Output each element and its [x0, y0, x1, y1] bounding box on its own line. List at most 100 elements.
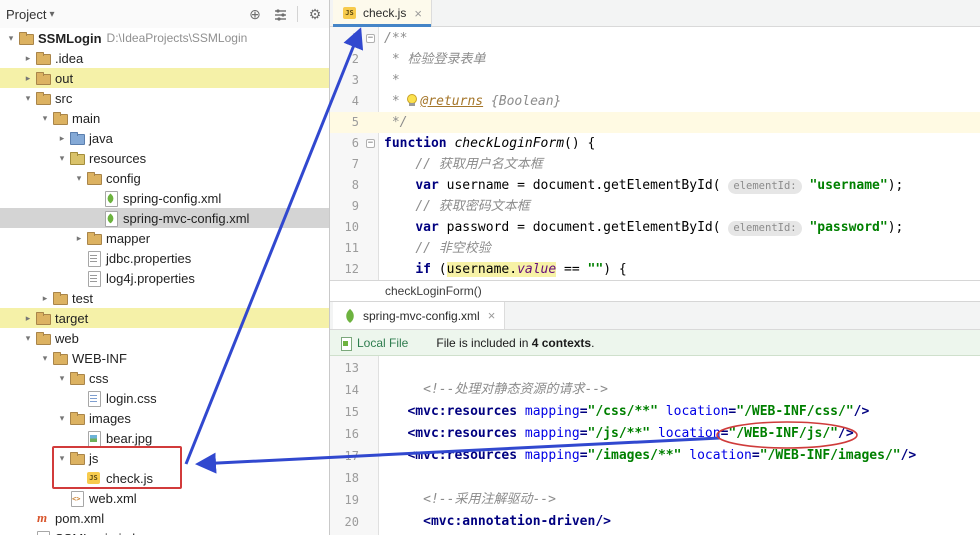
chevron-expanded-icon[interactable]: ▾ [55, 153, 69, 164]
code-line-13[interactable]: 13 [330, 357, 980, 379]
chevron-expanded-icon[interactable]: ▾ [55, 373, 69, 384]
fold-gutter [363, 154, 378, 175]
banner-scope[interactable]: Local File [340, 336, 408, 351]
line-number: 10 [344, 220, 359, 234]
code-line-12[interactable]: 12 if (username.value == "") { [330, 259, 980, 280]
chevron-collapsed-icon[interactable]: ▸ [21, 313, 35, 324]
chevron-expanded-icon[interactable]: ▾ [21, 333, 35, 344]
tree-item-src[interactable]: ▾ src [0, 88, 329, 108]
code-token: "/WEB-INF/css/" [736, 404, 854, 419]
code-line-8[interactable]: 8 var username = document.getElementById… [330, 175, 980, 196]
gear-icon[interactable]: ⚙ [307, 6, 323, 22]
chevron-expanded-icon[interactable]: ▾ [38, 353, 52, 364]
chevron-collapsed-icon[interactable]: ▸ [21, 53, 35, 64]
line-number: 15 [344, 405, 359, 419]
project-panel-title[interactable]: Project [6, 7, 46, 22]
chevron-expanded-icon[interactable]: ▾ [55, 413, 69, 424]
code-token: <mvc:resources [407, 404, 518, 419]
code-line-14[interactable]: 14 <!--处理对静态资源的请求--> [330, 379, 980, 401]
chevron-expanded-icon[interactable]: ▾ [38, 113, 52, 124]
code-line-5[interactable]: 5 */ [330, 112, 980, 133]
code-line-18[interactable]: 18 [330, 467, 980, 489]
code-token: "/js/**" [587, 426, 651, 441]
tree-item-ssmlogin[interactable]: ▾ SSMLogin D:\IdeaProjects\SSMLogin [0, 28, 329, 48]
view-options-icon[interactable] [272, 6, 288, 22]
code-line-7[interactable]: 7 // 获取用户名文本框 [330, 154, 980, 175]
spring-xml-icon [103, 190, 119, 207]
tree-item-check-js[interactable]: check.js [0, 468, 329, 488]
chevron-collapsed-icon[interactable]: ▸ [38, 293, 52, 304]
code-token: /> [838, 426, 854, 441]
top-code-lines[interactable]: 1−/** 2 * 检验登录表单 3 * 4 * @returns {Boolean}… [330, 27, 980, 280]
close-tab-icon[interactable]: × [414, 6, 422, 21]
chevron-collapsed-icon[interactable]: ▸ [55, 133, 69, 144]
tree-item-test[interactable]: ▸ test [0, 288, 329, 308]
fold-marker-icon[interactable]: − [363, 28, 378, 49]
chevron-expanded-icon[interactable]: ▾ [21, 93, 35, 104]
tree-item-label: SSMLogin.iml [55, 531, 135, 535]
code-line-3[interactable]: 3 * [330, 70, 980, 91]
tree-item-resources[interactable]: ▾ resources [0, 148, 329, 168]
fold-marker-icon[interactable]: − [363, 133, 378, 154]
fold-gutter [363, 196, 378, 217]
banner-contexts-count[interactable]: 4 contexts [532, 336, 591, 350]
breadcrumb-item[interactable]: checkLoginForm() [385, 284, 482, 298]
tree-item-config[interactable]: ▾ config [0, 168, 329, 188]
code-line-2[interactable]: 2 * 检验登录表单 [330, 49, 980, 70]
tree-item-spring-config-xml[interactable]: spring-config.xml [0, 188, 329, 208]
tree-item-ssmlogin-iml[interactable]: SSMLogin.iml [0, 528, 329, 535]
tree-item-label: config [106, 170, 141, 186]
folder-icon [35, 330, 51, 346]
js-file-icon [342, 5, 358, 21]
tree-item-jdbc-properties[interactable]: jdbc.properties [0, 248, 329, 268]
code-line-9[interactable]: 9 // 获取密码文本框 [330, 196, 980, 217]
chevron-collapsed-icon[interactable]: ▸ [21, 73, 35, 84]
tree-item-login-css[interactable]: login.css [0, 388, 329, 408]
tree-item-spring-mvc-config-xml[interactable]: spring-mvc-config.xml [0, 208, 329, 228]
code-line-17[interactable]: 17 <mvc:resources mapping="/images/**" l… [330, 445, 980, 467]
code-line-15[interactable]: 15 <mvc:resources mapping="/css/**" loca… [330, 401, 980, 423]
tree-item-pom-xml[interactable]: pom.xml [0, 508, 329, 528]
tree-item-bear-jpg[interactable]: bear.jpg [0, 428, 329, 448]
chevron-down-icon[interactable]: ▾ [49, 9, 54, 20]
tree-item-idea[interactable]: ▸ .idea [0, 48, 329, 68]
folder-icon [35, 310, 51, 326]
locate-file-icon[interactable]: ⊕ [247, 6, 263, 22]
tree-item-label: WEB-INF [72, 350, 127, 366]
tree-item-label: spring-config.xml [123, 190, 222, 206]
fold-gutter [363, 445, 378, 467]
tree-item-css[interactable]: ▾ css [0, 368, 329, 388]
code-line-4[interactable]: 4 * @returns {Boolean} [330, 91, 980, 112]
tree-item-mapper[interactable]: ▸ mapper [0, 228, 329, 248]
code-line-11[interactable]: 11 // 非空校验 [330, 238, 980, 259]
tree-item-web-xml[interactable]: web.xml [0, 488, 329, 508]
tree-item-target[interactable]: ▸ target [0, 308, 329, 328]
tree-item-images[interactable]: ▾ images [0, 408, 329, 428]
chevron-expanded-icon[interactable]: ▾ [55, 453, 69, 464]
code-line-19[interactable]: 19 <!--采用注解驱动--> [330, 489, 980, 511]
code-token: username = document.getElementById( [438, 178, 729, 193]
tree-item-web-inf[interactable]: ▾ WEB-INF [0, 348, 329, 368]
code-line-10[interactable]: 10 var password = document.getElementByI… [330, 217, 980, 238]
tab-spring-mvc-config-xml[interactable]: spring-mvc-config.xml × [333, 302, 506, 329]
tree-item-out[interactable]: ▸ out [0, 68, 329, 88]
code-line-16[interactable]: 16 <mvc:resources mapping="/js/**" locat… [330, 423, 980, 445]
chevron-collapsed-icon[interactable]: ▸ [72, 233, 86, 244]
code-line-20[interactable]: 20 <mvc:annotation-driven/> [330, 511, 980, 533]
tree-item-log4j-properties[interactable]: log4j.properties [0, 268, 329, 288]
bottom-code-lines[interactable]: 13 14 <!--处理对静态资源的请求--> 15 <mvc:resources … [330, 356, 980, 535]
code-line-1[interactable]: 1−/** [330, 28, 980, 49]
tab-check-js[interactable]: check.js × [333, 0, 432, 27]
chevron-expanded-icon[interactable]: ▾ [72, 173, 86, 184]
close-tab-icon[interactable]: × [488, 308, 496, 323]
code-line-6[interactable]: 6− function checkLoginForm() { [330, 133, 980, 154]
chevron-expanded-icon[interactable]: ▾ [4, 33, 18, 44]
tree-item-web[interactable]: ▾ web [0, 328, 329, 348]
tree-item-main[interactable]: ▾ main [0, 108, 329, 128]
intention-bulb-icon[interactable] [407, 94, 418, 107]
tree-item-java[interactable]: ▸ java [0, 128, 329, 148]
tree-item-js[interactable]: ▾ js [0, 448, 329, 468]
